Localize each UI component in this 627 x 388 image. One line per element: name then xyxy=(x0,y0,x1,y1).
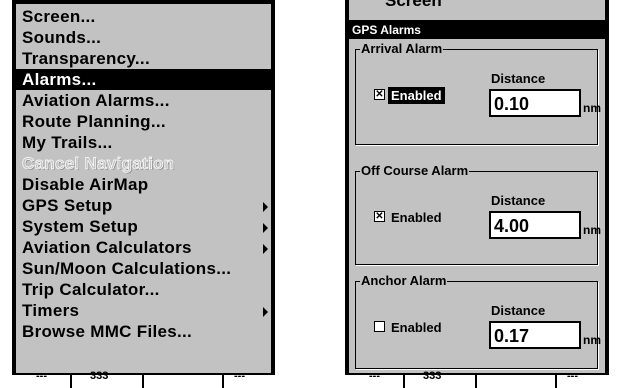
menu-item-aviation-alarms[interactable]: Aviation Alarms... xyxy=(16,90,271,111)
checked-box-icon: ✕ xyxy=(374,89,385,100)
distance-label: Distance xyxy=(491,193,546,208)
menu-item-label: System Setup xyxy=(22,217,139,236)
menu-item-label: Disable AirMap xyxy=(22,175,149,194)
menu-item-my-trails[interactable]: My Trails... xyxy=(16,132,271,153)
menu-item-screen[interactable]: Screen... xyxy=(16,6,271,27)
menu-item-label: Aviation Calculators xyxy=(22,238,192,257)
bottom-fragment: --- xyxy=(369,370,380,382)
off-course-alarm-group: Off Course Alarm ✕ Enabled Distance 4.00 nm xyxy=(355,163,601,265)
submenu-arrow-icon xyxy=(263,202,268,212)
unchecked-box-icon xyxy=(374,321,385,332)
submenu-arrow-icon xyxy=(263,223,268,233)
bottom-fragment: 333 xyxy=(423,370,442,382)
menu-item-label: Transparency... xyxy=(22,49,150,68)
bottom-fragment: --- xyxy=(234,370,245,382)
arrival-alarm-group: Arrival Alarm ✕ Enabled Distance 0.10 nm xyxy=(355,41,601,145)
main-menu: Screen... Sounds... Transparency... Alarms.… xyxy=(16,4,271,373)
submenu-arrow-icon xyxy=(263,307,268,317)
menu-item-alarms[interactable]: Alarms... xyxy=(16,69,271,90)
menu-item-transparency[interactable]: Transparency... xyxy=(16,48,271,69)
menu-item-label: Screen... xyxy=(22,7,96,26)
menu-item-gps-setup[interactable]: GPS Setup xyxy=(16,195,271,216)
enabled-label: Enabled xyxy=(391,320,442,335)
menu-item-label: My Trails... xyxy=(22,133,113,152)
dialog-title: GPS Alarms xyxy=(352,23,421,37)
menu-item-route-planning[interactable]: Route Planning... xyxy=(16,111,271,132)
distance-unit: nm xyxy=(583,101,601,115)
distance-input[interactable]: 0.17 xyxy=(489,321,581,349)
menu-item-cancel-navigation: Cancel Navigation xyxy=(16,153,271,174)
distance-unit: nm xyxy=(583,223,601,237)
submenu-arrow-icon xyxy=(263,244,268,254)
bottom-fragment: --- xyxy=(36,370,47,382)
distance-input[interactable]: 4.00 xyxy=(489,211,581,239)
bottom-fragment: 333 xyxy=(90,370,109,382)
distance-input[interactable]: 0.10 xyxy=(489,89,581,117)
main-menu-panel: Screen... Sounds... Transparency... Alarms.… xyxy=(12,0,275,388)
menu-item-label: Aviation Alarms... xyxy=(22,91,170,110)
menu-item-label: Sounds... xyxy=(22,28,102,47)
menu-item-label: Cancel Navigation xyxy=(22,154,175,174)
menu-item-trip-calculator[interactable]: Trip Calculator... xyxy=(16,279,271,300)
menu-item-label: Timers xyxy=(22,301,80,320)
background-menu-text: Screen xyxy=(385,0,442,10)
enabled-label: Enabled xyxy=(391,210,442,225)
gps-alarms-dialog: Arrival Alarm ✕ Enabled Distance 0.10 nm Off C… xyxy=(349,39,605,373)
group-title: Off Course Alarm xyxy=(360,163,470,179)
menu-item-label: Browse MMC Files... xyxy=(22,322,193,341)
enabled-label: Enabled xyxy=(388,87,445,104)
menu-item-label: Alarms... xyxy=(22,70,97,89)
right-bottom-status-bar: --- 333 --- xyxy=(345,370,609,388)
left-bottom-status-bar: --- 333 --- xyxy=(12,370,275,388)
menu-item-system-setup[interactable]: System Setup xyxy=(16,216,271,237)
menu-item-aviation-calculators[interactable]: Aviation Calculators xyxy=(16,237,271,258)
bottom-fragment: --- xyxy=(567,370,578,382)
menu-item-label: Trip Calculator... xyxy=(22,280,160,299)
checked-box-icon: ✕ xyxy=(374,211,385,222)
distance-label: Distance xyxy=(491,303,546,318)
background-menu-strip: Screen xyxy=(349,0,605,20)
menu-item-disable-airmap[interactable]: Disable AirMap xyxy=(16,174,271,195)
anchor-alarm-group: Anchor Alarm Enabled Distance 0.17 nm xyxy=(355,273,601,369)
distance-unit: nm xyxy=(583,333,601,347)
distance-label: Distance xyxy=(491,71,546,86)
gps-alarms-panel: Screen GPS Alarms Arrival Alarm ✕ Enabled D… xyxy=(345,0,609,388)
group-title: Arrival Alarm xyxy=(360,41,444,57)
menu-item-timers[interactable]: Timers xyxy=(16,300,271,321)
menu-item-browse-mmc-files[interactable]: Browse MMC Files... xyxy=(16,321,271,342)
menu-item-sounds[interactable]: Sounds... xyxy=(16,27,271,48)
menu-item-label: GPS Setup xyxy=(22,196,113,215)
group-title: Anchor Alarm xyxy=(360,273,448,289)
menu-item-sun-moon-calculations[interactable]: Sun/Moon Calculations... xyxy=(16,258,271,279)
menu-item-label: Route Planning... xyxy=(22,112,166,131)
menu-item-label: Sun/Moon Calculations... xyxy=(22,259,232,278)
